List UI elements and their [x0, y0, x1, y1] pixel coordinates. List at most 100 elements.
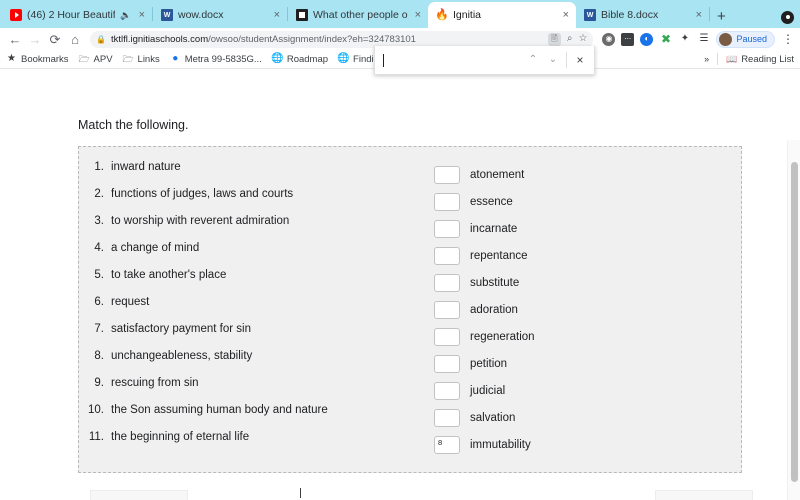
list-item: 11. the beginning of eternal life [87, 431, 434, 458]
answer-row: atonement [434, 161, 741, 188]
item-number: 11. [88, 431, 104, 443]
item-number: 9. [94, 377, 104, 389]
bookmark-item-metra[interactable]: ● Metra 99-5835G... [170, 54, 262, 65]
youtube-icon [10, 9, 22, 21]
tab-wow-docx[interactable]: W wow.docx × [153, 2, 287, 28]
back-button[interactable]: ← [6, 30, 24, 48]
answer-input[interactable] [434, 273, 460, 292]
new-tab-button[interactable]: + [710, 9, 733, 28]
tab-audio-icon[interactable]: 🔈 [120, 10, 131, 21]
answer-input[interactable] [434, 192, 460, 211]
answer-row: petition [434, 350, 741, 377]
grey-circle-extension-icon[interactable]: ◉ [602, 32, 616, 46]
answer-input[interactable] [434, 219, 460, 238]
answer-label: incarnate [470, 222, 518, 235]
bookmark-item-apv[interactable]: 🗁 APV [78, 53, 112, 65]
lock-icon: 🔒 [96, 34, 106, 44]
bookmark-label: Metra 99-5835G... [184, 53, 262, 65]
puzzle-extensions-icon[interactable]: ✦ [678, 33, 691, 46]
reload-button[interactable]: ⟳ [46, 30, 64, 48]
tab-title: wow.docx [178, 9, 224, 21]
answer-row: adoration [434, 296, 741, 323]
tab-what-other-people[interactable]: What other people or issues × [288, 2, 428, 28]
avatar [719, 32, 733, 46]
text-caret [300, 488, 301, 498]
answer-input[interactable] [434, 327, 460, 346]
answer-input[interactable] [434, 354, 460, 373]
answer-input[interactable] [434, 381, 460, 400]
answer-row: essence [434, 188, 741, 215]
bookmark-label: Roadmap [286, 53, 329, 65]
tab-close-icon[interactable]: × [137, 9, 147, 22]
answer-input[interactable] [434, 408, 460, 427]
reader-mode-icon[interactable]: 🖹 [547, 32, 561, 46]
list-item: 10. the Son assuming human body and natu… [87, 404, 434, 431]
bookmark-item-roadmap[interactable]: 🌐 Roadmap [271, 53, 329, 65]
scrollbar-thumb[interactable] [791, 162, 798, 482]
tab-close-icon[interactable]: × [272, 9, 282, 22]
item-text: request [111, 296, 150, 308]
answer-input[interactable] [434, 300, 460, 319]
address-bar[interactable]: 🔒 tktlfl.ignitiaschools.com/owsoo/studen… [90, 30, 594, 48]
bottom-partial-button-left[interactable] [90, 490, 188, 500]
item-text: satisfactory payment for sin [111, 323, 251, 335]
tab-ignitia[interactable]: 🔥 Ignitia × [428, 2, 576, 28]
bookmarks-overflow-icon[interactable]: » [704, 54, 709, 64]
sync-paused-label: Paused [736, 34, 767, 44]
answer-row: incarnate [434, 215, 741, 242]
folder-icon: 🗁 [78, 53, 90, 64]
extension-icons: ◉ ⋯ ◐ ✖ ✦ ☰ [595, 32, 710, 46]
find-close-icon[interactable]: × [570, 50, 590, 70]
answer-input[interactable] [434, 165, 460, 184]
tab-bible-8-docx[interactable]: W Bible 8.docx × [576, 2, 709, 28]
bookmark-star-icon[interactable]: ☆ [579, 34, 588, 44]
tab-youtube[interactable]: (46) 2 Hour Beautiful Pia 🔈 × [2, 2, 152, 28]
item-number: 3. [94, 215, 104, 227]
item-text: the beginning of eternal life [111, 431, 250, 443]
list-item: 7. satisfactory payment for sin [87, 323, 434, 350]
tab-close-icon[interactable]: × [413, 9, 423, 22]
list-item: 3. to worship with reverent admiration [87, 215, 434, 242]
item-number: 6. [94, 296, 104, 308]
omnibox-icons: 🖹 ⌕ ☆ [547, 32, 588, 46]
profile-chip[interactable]: Paused [716, 30, 775, 48]
list-item: 8. unchangeableness, stability [87, 350, 434, 377]
search-icon[interactable]: ⌕ [567, 34, 573, 44]
blue-circle-extension-icon[interactable]: ◐ [640, 32, 654, 46]
powerpoint-doc-icon [296, 9, 308, 21]
url-domain: tktlfl.ignitiaschools.com [110, 33, 209, 45]
answer-label: salvation [470, 411, 516, 424]
tab-close-icon[interactable]: × [561, 9, 571, 22]
profile-avatar-icon[interactable] [781, 11, 794, 24]
list-item: 2. functions of judges, laws and courts [87, 188, 434, 215]
find-in-page-bar: ⌃ ⌄ × [374, 46, 595, 75]
green-scissors-extension-icon[interactable]: ✖ [659, 33, 672, 46]
bookmarks-divider [717, 53, 719, 65]
chrome-menu-button[interactable]: ⋮ [777, 33, 794, 45]
reading-list-button[interactable]: 📖 Reading List [726, 54, 794, 65]
item-number: 1. [94, 161, 104, 173]
vertical-scrollbar[interactable] [787, 140, 800, 500]
find-next-button[interactable]: ⌄ [543, 50, 563, 70]
tab-close-icon[interactable]: × [694, 9, 704, 22]
find-previous-button[interactable]: ⌃ [523, 50, 543, 70]
media-list-icon[interactable]: ☰ [697, 33, 710, 46]
item-text: a change of mind [111, 242, 200, 254]
item-text: inward nature [111, 161, 181, 173]
find-input[interactable] [383, 46, 523, 74]
forward-button[interactable]: → [26, 30, 44, 48]
item-text: to take another's place [111, 269, 227, 281]
item-number: 10. [88, 404, 104, 416]
home-button[interactable]: ⌂ [66, 30, 84, 48]
bookmark-item-links[interactable]: 🗁 Links [122, 54, 159, 65]
url-path: /owsoo/studentAssignment/index?eh=324783… [208, 33, 416, 45]
list-item: 5. to take another's place [87, 269, 434, 296]
bookmark-label: Bookmarks [21, 53, 69, 65]
answer-input[interactable] [434, 246, 460, 265]
bookmark-item-bookmarks[interactable]: ★ Bookmarks [6, 54, 69, 65]
dark-box-extension-icon[interactable]: ⋯ [621, 32, 635, 46]
bottom-partial-button-right[interactable] [655, 490, 753, 500]
answer-input[interactable]: 8 [434, 435, 460, 454]
item-text: to worship with reverent admiration [111, 215, 290, 227]
globe-icon: 🌐 [271, 53, 284, 64]
